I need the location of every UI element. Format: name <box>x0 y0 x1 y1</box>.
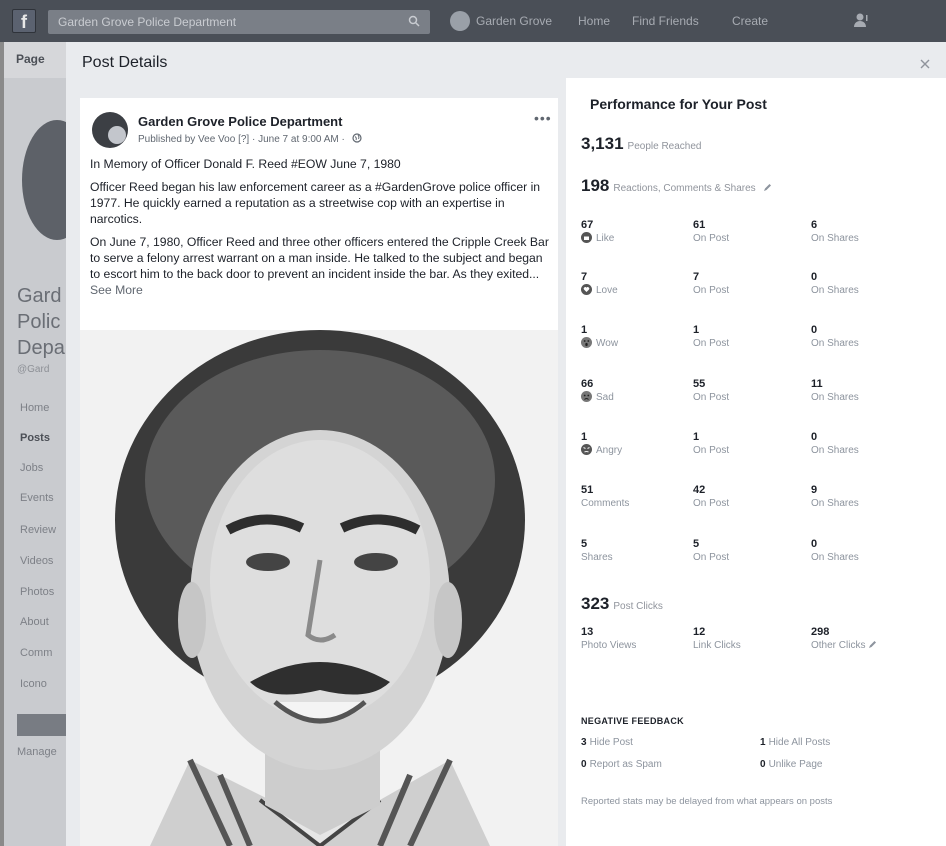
wow-icon <box>581 337 592 348</box>
manage-promotions-link[interactable]: Manage <box>17 746 66 758</box>
sidebar-item-reviews[interactable]: Review <box>20 524 66 536</box>
negative-feedback-title: NEGATIVE FEEDBACK <box>581 716 684 726</box>
post-clicks-stat: 323 Post Clicks <box>581 594 663 613</box>
see-more-link[interactable]: See More <box>90 283 143 297</box>
nav-home-link[interactable]: Home <box>578 14 610 28</box>
search-icon[interactable] <box>408 15 420 27</box>
post-text: In Memory of Officer Donald F. Reed #EOW… <box>90 156 550 305</box>
sidebar-item-posts[interactable]: Posts <box>20 432 66 444</box>
profile-avatar[interactable] <box>450 11 470 31</box>
sidebar-item-photos[interactable]: Photos <box>20 586 66 598</box>
sidebar-item-community[interactable]: Comm <box>20 647 66 659</box>
post-details-modal: Post Details Garden Grove Police Departm… <box>66 42 946 846</box>
stats-delay-note: Reported stats may be delayed from what … <box>581 796 833 807</box>
love-icon <box>581 284 592 295</box>
search-value: Garden Grove Police Department <box>58 15 237 29</box>
promote-button[interactable] <box>17 714 66 736</box>
info-icon[interactable] <box>868 640 877 649</box>
page-tab[interactable]: Page <box>16 52 45 66</box>
reaction-row-love: 7 Love 7 On Post 0 On Shares <box>581 271 859 296</box>
sidebar-item-home[interactable]: Home <box>20 402 66 414</box>
post-author[interactable]: Garden Grove Police Department <box>138 114 342 129</box>
shares-row: 5 Shares 5 On Post 0 On Shares <box>581 538 859 563</box>
modal-title: Post Details <box>82 54 168 71</box>
post-paragraph: In Memory of Officer Donald F. Reed #EOW… <box>90 157 401 171</box>
hide-post-stat: 3 Hide Post <box>581 737 633 748</box>
reaction-row-like: 67 Like 61 On Post 6 On Shares <box>581 219 859 244</box>
more-options-icon[interactable]: ••• <box>534 110 552 126</box>
angry-icon <box>581 444 592 455</box>
reaction-row-wow: 1 Wow 1 On Post 0 On Shares <box>581 324 859 349</box>
sidebar-item-about[interactable]: About <box>20 616 66 628</box>
people-reached-stat: 3,131 People Reached <box>581 134 702 153</box>
like-icon <box>581 232 592 243</box>
reaction-row-sad: 66 Sad 55 On Post 11 On Shares <box>581 378 859 403</box>
clicks-breakdown-row: 13 Photo Views 12 Link Clicks 298 Other Cli… <box>581 626 941 658</box>
globe-icon <box>351 133 362 143</box>
page-avatar[interactable] <box>92 112 128 148</box>
post-paragraph: Officer Reed began his law enforcement c… <box>90 180 541 226</box>
nav-find-friends-link[interactable]: Find Friends <box>632 14 699 28</box>
nav-create-link[interactable]: Create <box>732 14 768 28</box>
hide-all-posts-stat: 1 Hide All Posts <box>760 737 831 748</box>
sidebar-item-icono[interactable]: Icono <box>20 678 66 690</box>
comments-row: 51 Comments 42 On Post 9 On Shares <box>581 484 859 509</box>
engagement-stat: 198 Reactions, Comments & Shares <box>581 176 772 196</box>
post-meta-text: Published by Vee Voo [?] · June 7 at 9:0… <box>138 134 345 145</box>
sidebar-item-videos[interactable]: Videos <box>20 555 66 567</box>
post-paragraph: On June 7, 1980, Officer Reed and three … <box>90 235 549 297</box>
post-meta: Published by Vee Voo [?] · June 7 at 9:0… <box>138 133 362 145</box>
portrait-photo <box>80 330 558 846</box>
reaction-row-angry: 1 Angry 1 On Post 0 On Shares <box>581 431 859 456</box>
top-navigation-bar: f Garden Grove Police Department Garden … <box>0 0 946 42</box>
facebook-logo-icon[interactable]: f <box>12 9 36 33</box>
post-performance-panel: Performance for Your Post 3,131 People Re… <box>566 78 946 846</box>
post-photo[interactable] <box>80 330 558 846</box>
stats-title: Performance for Your Post <box>590 96 767 112</box>
profile-link[interactable]: Garden Grove <box>476 14 552 28</box>
report-spam-stat: 0 Report as Spam <box>581 759 662 770</box>
post-card: Garden Grove Police Department Published… <box>80 98 558 846</box>
unlike-page-stat: 0 Unlike Page <box>760 759 823 770</box>
sad-icon <box>581 391 592 402</box>
sidebar-item-jobs[interactable]: Jobs <box>20 462 66 474</box>
page-handle: @Gard <box>17 364 50 375</box>
close-icon[interactable] <box>920 59 930 69</box>
friend-requests-icon[interactable] <box>852 10 872 30</box>
page-name: Gard Polic Depa <box>17 285 65 359</box>
info-icon[interactable] <box>763 183 772 192</box>
search-input[interactable]: Garden Grove Police Department <box>48 10 430 34</box>
sidebar-item-events[interactable]: Events <box>20 492 66 504</box>
